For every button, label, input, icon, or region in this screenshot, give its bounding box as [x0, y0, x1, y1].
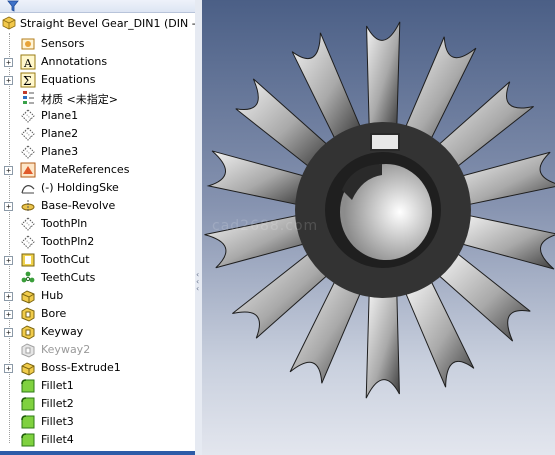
- gear-tooth: [365, 294, 400, 399]
- gear-tooth: [458, 214, 555, 270]
- expand-toggle-icon[interactable]: +: [4, 292, 13, 301]
- tree-item-label: Sensors: [41, 37, 85, 50]
- filter-funnel-icon[interactable]: [6, 0, 20, 12]
- tree-item-keyway2[interactable]: Keyway2: [0, 341, 195, 359]
- tree-item-label: Fillet2: [41, 397, 74, 410]
- tree-item-plane3[interactable]: Plane3: [0, 143, 195, 161]
- tree-item-label: TeethCuts: [41, 271, 96, 284]
- tree-item-fillet3[interactable]: Fillet3: [0, 413, 195, 431]
- fillet-icon: [20, 414, 36, 430]
- graphics-viewport[interactable]: cad2688.com: [202, 0, 555, 455]
- extrude-icon: [20, 288, 36, 304]
- tree-item-toothcut[interactable]: + ToothCut: [0, 251, 195, 269]
- tree-item-holdingske[interactable]: (-) HoldingSke: [0, 179, 195, 197]
- tree-item-label: Hub: [41, 289, 64, 302]
- tree-item-label: Bore: [41, 307, 67, 320]
- plane-icon: [20, 126, 36, 142]
- filter-bar[interactable]: [0, 0, 195, 13]
- tree-item-label: Plane1: [41, 109, 79, 122]
- material-icon: [20, 90, 36, 106]
- tree-item-label: Plane3: [41, 145, 79, 158]
- tree-item-plane1[interactable]: Plane1: [0, 107, 195, 125]
- gear-tooth: [458, 151, 555, 206]
- tree-item-label: Plane2: [41, 127, 79, 140]
- fillet-icon: [20, 396, 36, 412]
- suppressed-feature-icon: [20, 342, 36, 358]
- tree-item-label: Fillet1: [41, 379, 74, 392]
- cut-icon: [20, 252, 36, 268]
- annotations-icon: A: [20, 54, 36, 70]
- tree-root-label: Straight Bevel Gear_DIN1 (DIN - St: [20, 16, 196, 30]
- fillet-icon: [20, 432, 36, 448]
- tree-item-label: Fillet4: [41, 433, 74, 446]
- tree-item-equations[interactable]: + Σ Equations: [0, 71, 195, 89]
- tree-item-toothpln2[interactable]: ToothPln2: [0, 233, 195, 251]
- mate-references-icon: [20, 162, 36, 178]
- tree-root-part[interactable]: Straight Bevel Gear_DIN1 (DIN - St: [1, 14, 196, 32]
- gear-tooth: [206, 150, 308, 206]
- svg-text:Σ: Σ: [23, 74, 31, 88]
- tree-item-sensors[interactable]: Sensors: [0, 35, 195, 53]
- tree-item-toothpln[interactable]: ToothPln: [0, 215, 195, 233]
- tree-item-plane2[interactable]: Plane2: [0, 125, 195, 143]
- sketch-icon: [20, 180, 36, 196]
- revolve-icon: [20, 198, 36, 214]
- expand-toggle-icon[interactable]: +: [4, 256, 13, 265]
- expand-toggle-icon[interactable]: +: [4, 58, 13, 67]
- expand-toggle-icon[interactable]: +: [4, 328, 13, 337]
- cut-extrude-icon: [20, 324, 36, 340]
- expand-toggle-icon[interactable]: +: [4, 166, 13, 175]
- tree-item-label: Keyway2: [41, 343, 91, 356]
- cut-extrude-icon: [20, 306, 36, 322]
- tree-item-label: ToothPln2: [41, 235, 95, 248]
- tree-item-base-revolve[interactable]: + Base-Revolve: [0, 197, 195, 215]
- tree-item-label: Keyway: [41, 325, 84, 338]
- tree-item-fillet4[interactable]: Fillet4: [0, 431, 195, 449]
- gear-tooth: [366, 21, 401, 126]
- tree-item-teethcuts[interactable]: TeethCuts: [0, 269, 195, 287]
- sensors-icon: [20, 36, 36, 52]
- tree-item-annotations[interactable]: + A Annotations: [0, 53, 195, 71]
- tree-item-label: Boss-Extrude1: [41, 361, 121, 374]
- tree-item-label: Base-Revolve: [41, 199, 116, 212]
- tree-item-label: (-) HoldingSke: [41, 181, 119, 194]
- tree-item-boss-extrude1[interactable]: + Boss-Extrude1: [0, 359, 195, 377]
- plane-icon: [20, 144, 36, 160]
- tree-item-hub[interactable]: + Hub: [0, 287, 195, 305]
- tree-item-label: Equations: [41, 73, 96, 86]
- tree-item-label: MateReferences: [41, 163, 130, 176]
- plane-icon: [20, 216, 36, 232]
- tree-item-fillet1[interactable]: Fillet1: [0, 377, 195, 395]
- expand-toggle-icon[interactable]: +: [4, 202, 13, 211]
- expand-toggle-icon[interactable]: +: [4, 76, 13, 85]
- tree-scroll-edge: [0, 451, 195, 455]
- collapse-panel-arrows-icon[interactable]: ‹ ‹ ‹: [196, 271, 201, 293]
- tree-item-keyway[interactable]: + Keyway: [0, 323, 195, 341]
- fillet-icon: [20, 378, 36, 394]
- tree-item-matereferences[interactable]: + MateReferences: [0, 161, 195, 179]
- part-icon: [1, 15, 17, 31]
- tree-item-label: ToothCut: [41, 253, 90, 266]
- tree-item-bore[interactable]: + Bore: [0, 305, 195, 323]
- plane-icon: [20, 234, 36, 250]
- tree-item-label: Annotations: [41, 55, 108, 68]
- tree-item-fillet2[interactable]: Fillet2: [0, 395, 195, 413]
- svg-text:A: A: [23, 57, 33, 70]
- feature-list: Sensors + A Annotations + Σ Equations 材质 <未指定> P…: [0, 35, 195, 449]
- tree-item-label: Fillet3: [41, 415, 74, 428]
- plane-icon: [20, 108, 36, 124]
- equations-icon: Σ: [20, 72, 36, 88]
- watermark-text: cad2688.com: [212, 218, 319, 234]
- feature-manager-tree: Straight Bevel Gear_DIN1 (DIN - St Senso…: [0, 0, 196, 455]
- tree-item-label: 材质 <未指定>: [41, 93, 118, 106]
- pattern-icon: [20, 270, 36, 286]
- tree-item-label: ToothPln: [41, 217, 88, 230]
- keyway-slot: [370, 133, 400, 151]
- expand-toggle-icon[interactable]: +: [4, 310, 13, 319]
- extrude-icon: [20, 360, 36, 376]
- tree-item-[interactable]: 材质 <未指定>: [0, 89, 195, 107]
- expand-toggle-icon[interactable]: +: [4, 364, 13, 373]
